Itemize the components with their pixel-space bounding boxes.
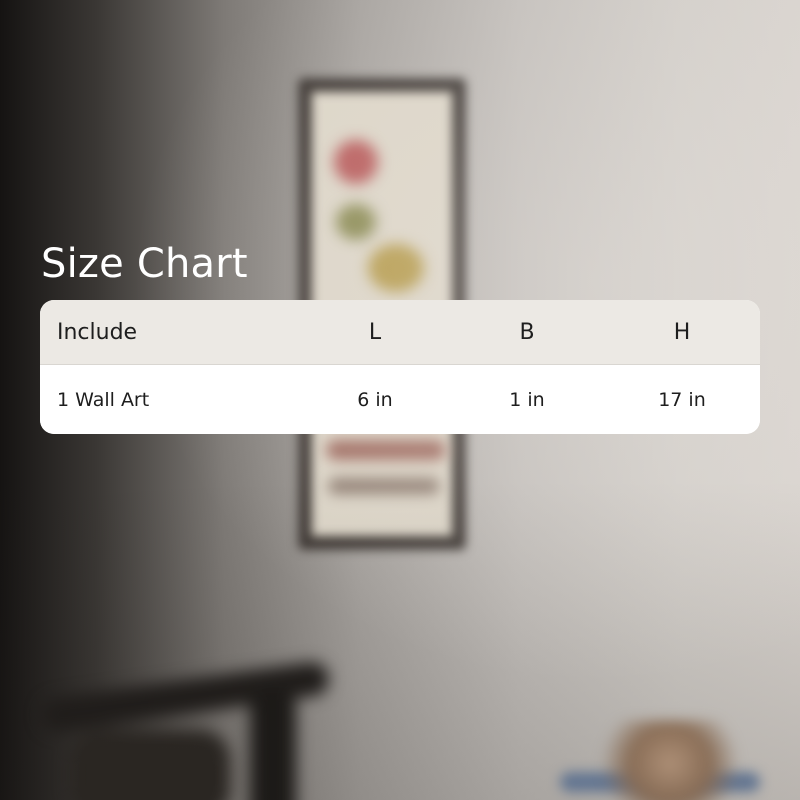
table-header-row: Include L B H (40, 300, 760, 364)
cell-breadth: 1 in (509, 388, 545, 411)
header-include: Include (57, 319, 138, 345)
table-row: 1 Wall Art 6 in 1 in 17 in (40, 364, 760, 434)
page-title: Size Chart (41, 241, 248, 287)
cell-include: 1 Wall Art (57, 388, 150, 411)
header-breadth: B (519, 319, 535, 345)
header-length: L (368, 319, 382, 345)
cell-length: 6 in (357, 388, 393, 411)
header-height: H (673, 319, 691, 345)
size-table: Include L B H 1 Wall Art 6 in 1 in 17 in (40, 300, 760, 434)
cell-height: 17 in (658, 388, 706, 411)
